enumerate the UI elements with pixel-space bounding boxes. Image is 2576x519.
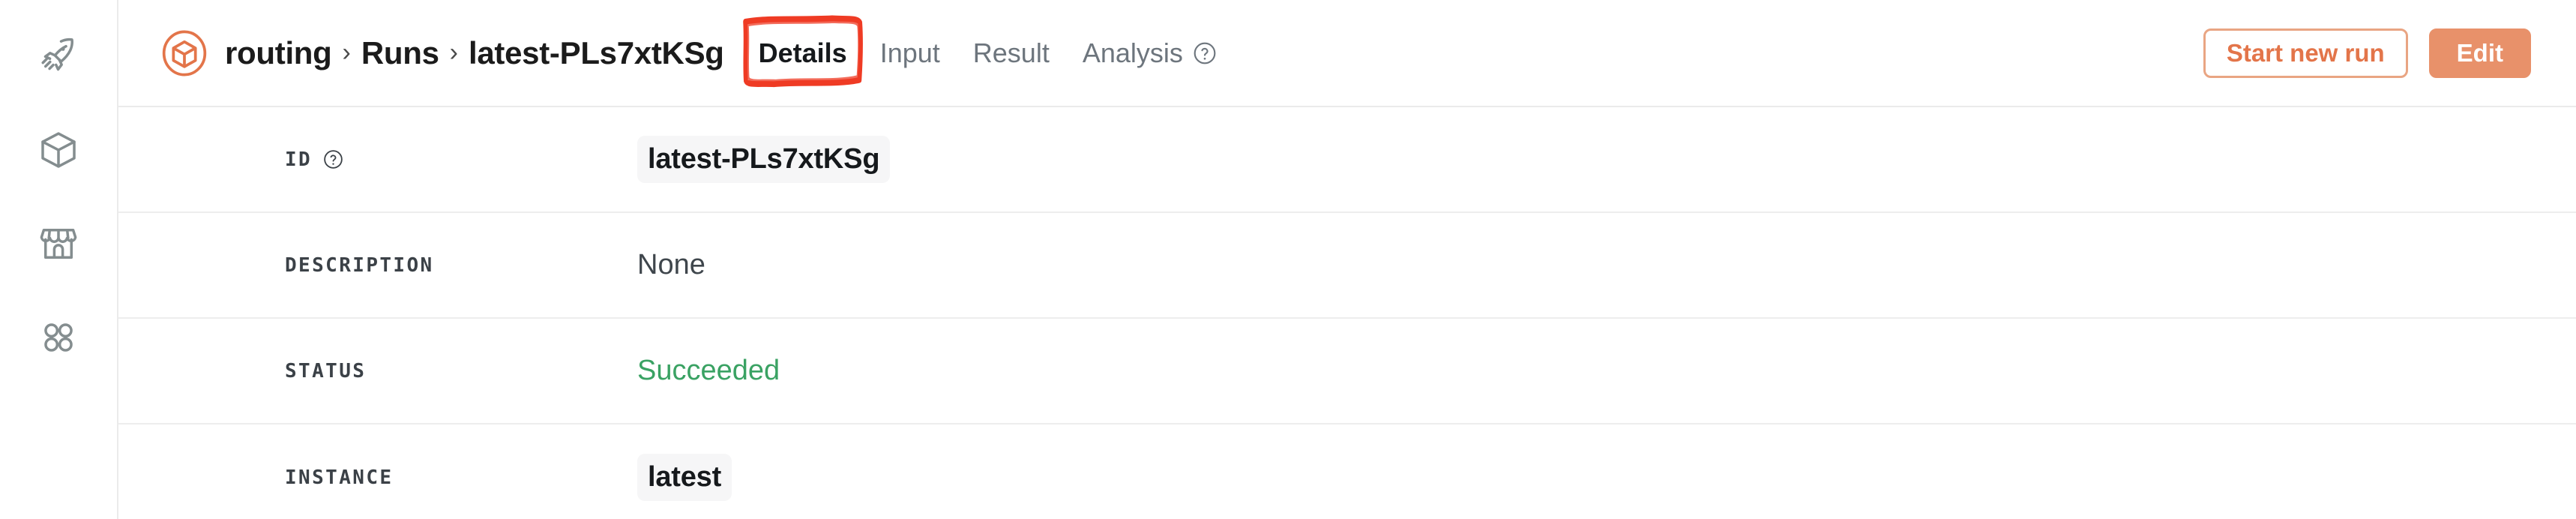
detail-value-id: latest-PLs7xtKSg bbox=[637, 136, 891, 183]
detail-row-instance: INSTANCE latest bbox=[118, 424, 2576, 519]
breadcrumb-item-current-run: latest-PLs7xtKSg bbox=[469, 34, 724, 70]
tab-result-label: Result bbox=[972, 37, 1050, 68]
tab-analysis[interactable]: Analysis bbox=[1083, 33, 1218, 74]
detail-value-description: None bbox=[637, 249, 705, 280]
sidebar-item-apps[interactable] bbox=[0, 304, 117, 371]
page-header: routing › Runs › latest-PLs7xtKSg Detail… bbox=[118, 0, 2576, 107]
detail-label-id: ID bbox=[285, 148, 637, 171]
help-circle-icon[interactable] bbox=[1192, 40, 1218, 66]
tab-details[interactable]: Details bbox=[742, 15, 863, 87]
detail-row-status: STATUS Succeeded bbox=[118, 319, 2576, 424]
app-root: routing › Runs › latest-PLs7xtKSg Detail… bbox=[0, 0, 2576, 519]
main-content: routing › Runs › latest-PLs7xtKSg Detail… bbox=[118, 0, 2576, 519]
edit-button[interactable]: Edit bbox=[2428, 28, 2531, 78]
status-badge: Succeeded bbox=[637, 355, 780, 386]
breadcrumb-separator: › bbox=[449, 38, 458, 67]
help-circle-icon[interactable] bbox=[322, 148, 344, 170]
detail-label-status: STATUS bbox=[285, 360, 637, 382]
detail-label-status-text: STATUS bbox=[285, 359, 367, 382]
tab-details-label: Details bbox=[758, 37, 847, 68]
breadcrumb-item-runs[interactable]: Runs bbox=[361, 35, 439, 71]
tab-bar: Details Input Result Analysis bbox=[742, 15, 1251, 87]
tab-analysis-label: Analysis bbox=[1082, 37, 1183, 68]
run-details-list: ID latest-PLs7xtKSg DESCRIPTION None STA… bbox=[118, 107, 2576, 519]
sidebar-item-applications[interactable] bbox=[0, 116, 117, 184]
detail-row-description: DESCRIPTION None bbox=[118, 213, 2576, 319]
header-actions: Start new run Edit bbox=[2203, 28, 2531, 78]
grid-icon bbox=[37, 316, 79, 358]
tab-input[interactable]: Input bbox=[880, 33, 940, 74]
tab-result[interactable]: Result bbox=[973, 33, 1050, 74]
detail-label-id-text: ID bbox=[285, 148, 313, 171]
detail-label-instance-text: INSTANCE bbox=[285, 466, 394, 489]
tab-input-label: Input bbox=[879, 37, 940, 68]
detail-label-instance: INSTANCE bbox=[285, 466, 637, 489]
breadcrumb-separator: › bbox=[342, 38, 351, 67]
cube-in-circle-logo bbox=[160, 29, 208, 77]
detail-row-id: ID latest-PLs7xtKSg bbox=[118, 107, 2576, 213]
breadcrumb: routing › Runs › latest-PLs7xtKSg bbox=[225, 35, 724, 71]
rocket-icon bbox=[37, 35, 79, 77]
start-new-run-button[interactable]: Start new run bbox=[2203, 28, 2408, 78]
storefront-icon bbox=[37, 223, 79, 265]
detail-value-instance: latest bbox=[637, 454, 732, 501]
cube-icon bbox=[37, 129, 79, 171]
detail-label-description: DESCRIPTION bbox=[285, 254, 637, 277]
breadcrumb-item-project[interactable]: routing bbox=[225, 35, 332, 71]
sidebar-item-marketplace[interactable] bbox=[0, 210, 117, 278]
sidebar-item-deployments[interactable] bbox=[0, 22, 117, 90]
detail-label-description-text: DESCRIPTION bbox=[285, 254, 434, 277]
left-sidebar bbox=[0, 0, 118, 519]
